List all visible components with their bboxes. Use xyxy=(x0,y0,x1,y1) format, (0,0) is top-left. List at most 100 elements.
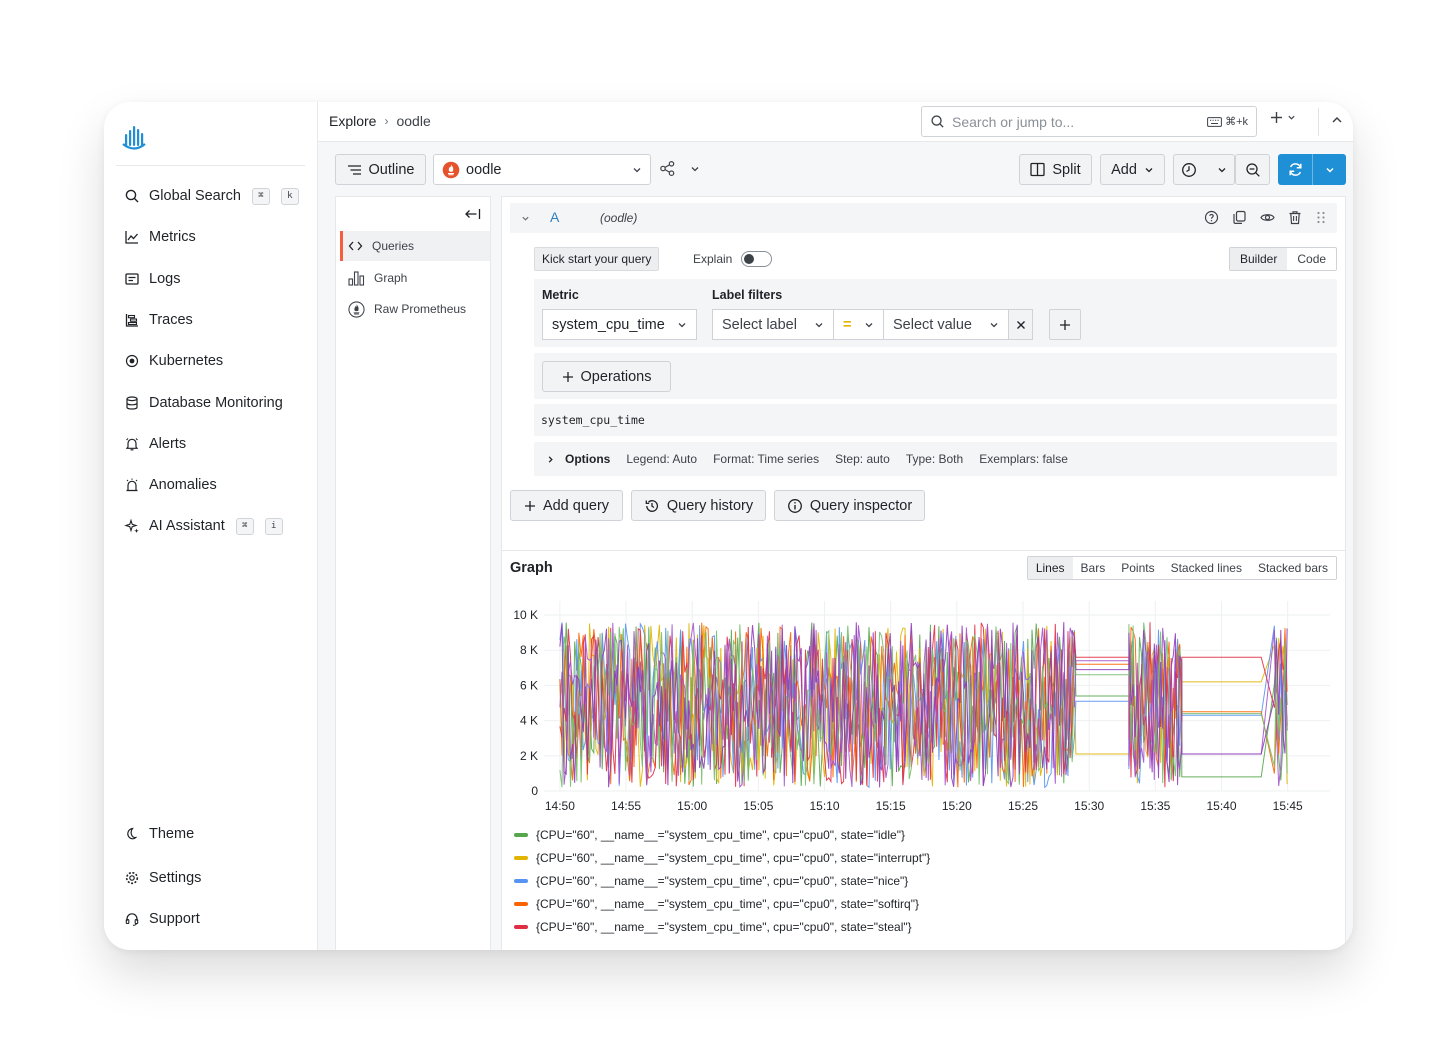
outline-item-graph[interactable]: Graph xyxy=(340,263,490,293)
nav-logs[interactable]: Logs xyxy=(124,266,180,292)
operator-select[interactable]: = xyxy=(833,309,884,340)
outline-item-queries[interactable]: Queries xyxy=(340,231,490,261)
collapse-outline-button[interactable] xyxy=(464,207,481,225)
query-inspector-button[interactable]: Query inspector xyxy=(774,490,925,521)
nav-settings[interactable]: Settings xyxy=(124,865,201,891)
y-tick-label: 8 K xyxy=(520,643,538,657)
zoom-out-button[interactable] xyxy=(1235,154,1270,185)
datasource-select[interactable]: oodle xyxy=(433,154,651,185)
refresh-icon xyxy=(1288,163,1302,176)
database-icon xyxy=(126,396,138,410)
query-options-row[interactable]: Options Legend: Auto Format: Time series… xyxy=(534,442,1337,476)
eye-icon[interactable] xyxy=(1260,210,1275,225)
refresh-interval-dropdown[interactable] xyxy=(1312,154,1346,185)
nav-global-search[interactable]: Global Search ⌘ k xyxy=(124,183,299,209)
mode-lines[interactable]: Lines xyxy=(1027,557,1073,579)
split-button[interactable]: Split xyxy=(1019,154,1092,185)
label-select[interactable]: Select label xyxy=(712,309,834,340)
mode-code[interactable]: Code xyxy=(1287,248,1336,270)
x-tick-label: 15:05 xyxy=(743,799,773,813)
plus-icon xyxy=(1271,112,1282,123)
y-tick-label: 4 K xyxy=(520,714,538,728)
outline-item-raw-prometheus[interactable]: Raw Prometheus xyxy=(340,294,490,324)
legend-label: {CPU="60", __name__="system_cpu_time", c… xyxy=(536,896,919,911)
close-icon xyxy=(1016,320,1025,329)
search-input[interactable] xyxy=(952,113,1201,130)
add-button[interactable]: Add xyxy=(1100,154,1165,185)
remove-filter-button[interactable] xyxy=(1008,309,1033,340)
nav-theme[interactable]: Theme xyxy=(124,821,194,847)
query-row-actions xyxy=(1204,210,1327,225)
oodle-logo[interactable] xyxy=(122,124,146,157)
sidebar: Global Search ⌘ k Metrics Logs Traces Ku… xyxy=(104,102,318,950)
legend-item[interactable]: {CPU="60", __name__="system_cpu_time", c… xyxy=(514,915,930,938)
nav-metrics[interactable]: Metrics xyxy=(124,224,196,250)
operations-button[interactable]: Operations xyxy=(542,361,671,392)
nav-support[interactable]: Support xyxy=(124,906,200,932)
list-icon xyxy=(347,164,361,175)
nav-ai-assistant[interactable]: AI Assistant ⌘ i xyxy=(124,513,283,539)
operator-value: = xyxy=(843,316,852,333)
kubernetes-icon xyxy=(125,354,139,368)
add-query-button[interactable]: Add query xyxy=(510,490,623,521)
kick-start-button[interactable]: Kick start your query xyxy=(534,247,660,271)
outline-button[interactable]: Outline xyxy=(335,154,426,185)
x-tick-label: 15:25 xyxy=(1008,799,1038,813)
nav-alerts[interactable]: Alerts xyxy=(124,431,186,457)
search-shortcut-text: ⌘+k xyxy=(1225,116,1248,128)
chevron-down-icon xyxy=(1325,167,1334,173)
outline-item-label: Queries xyxy=(372,239,415,253)
legend-item[interactable]: {CPU="60", __name__="system_cpu_time", c… xyxy=(514,846,930,869)
x-tick-label: 14:55 xyxy=(611,799,641,813)
chevron-right-icon: › xyxy=(384,114,389,128)
explain-label: Explain xyxy=(693,252,733,266)
metric-select[interactable]: system_cpu_time xyxy=(542,309,697,340)
time-series-chart[interactable]: 14:50 14:55 15:00 15:05 15:10 15:15 15:20 15:25… xyxy=(502,591,1347,821)
explain-toggle[interactable] xyxy=(741,251,773,267)
options-title: Options xyxy=(565,452,611,466)
legend-label: {CPU="60", __name__="system_cpu_time", c… xyxy=(536,873,909,888)
metric-value: system_cpu_time xyxy=(552,316,665,333)
mode-builder[interactable]: Builder xyxy=(1230,248,1288,270)
x-tick-label: 15:35 xyxy=(1140,799,1170,813)
metric-label: Metric xyxy=(542,288,579,302)
share-button[interactable] xyxy=(659,160,700,177)
nav-traces[interactable]: Traces xyxy=(124,307,193,333)
nav-database-monitoring[interactable]: Database Monitoring xyxy=(124,390,283,416)
collapse-topbar-button[interactable] xyxy=(1331,113,1343,131)
trash-icon[interactable] xyxy=(1288,210,1302,225)
option-legend: Legend: Auto xyxy=(626,452,698,466)
drag-handle-icon[interactable] xyxy=(1315,210,1327,225)
legend-label: {CPU="60", __name__="system_cpu_time", c… xyxy=(536,827,905,842)
duplicate-icon[interactable] xyxy=(1232,210,1247,225)
query-name[interactable]: A xyxy=(550,209,559,225)
chevron-down-icon xyxy=(633,167,641,172)
new-menu-button[interactable] xyxy=(1270,111,1296,124)
mode-stacked-lines[interactable]: Stacked lines xyxy=(1163,557,1250,579)
chevron-down-icon[interactable] xyxy=(521,214,530,223)
mode-stacked-bars[interactable]: Stacked bars xyxy=(1250,557,1336,579)
collapse-left-icon xyxy=(465,209,481,219)
refresh-button[interactable] xyxy=(1278,154,1312,185)
legend-item[interactable]: {CPU="60", __name__="system_cpu_time", c… xyxy=(514,823,930,846)
shortcut-key: ⌘ xyxy=(235,517,254,535)
split-label: Split xyxy=(1052,161,1081,178)
value-select-text: Select value xyxy=(893,316,972,333)
breadcrumb-explore[interactable]: Explore xyxy=(329,113,376,129)
value-select[interactable]: Select value xyxy=(883,309,1009,340)
legend-item[interactable]: {CPU="60", __name__="system_cpu_time", c… xyxy=(514,869,930,892)
time-range-picker[interactable] xyxy=(1173,154,1235,185)
help-icon[interactable] xyxy=(1204,210,1219,225)
add-filter-button[interactable] xyxy=(1049,309,1081,340)
run-query-button[interactable] xyxy=(1278,154,1346,185)
mode-points[interactable]: Points xyxy=(1113,557,1162,579)
outline-panel: Queries Graph Raw Prometheus xyxy=(335,196,491,950)
nav-kubernetes[interactable]: Kubernetes xyxy=(124,348,223,374)
legend-item[interactable]: {CPU="60", __name__="system_cpu_time", c… xyxy=(514,892,930,915)
query-history-button[interactable]: Query history xyxy=(631,490,766,521)
nav-anomalies[interactable]: Anomalies xyxy=(124,472,217,498)
legend-swatch xyxy=(514,855,528,860)
mode-bars[interactable]: Bars xyxy=(1073,557,1114,579)
search-box[interactable]: ⌘+k xyxy=(921,106,1257,137)
search-shortcut: ⌘+k xyxy=(1207,115,1248,128)
